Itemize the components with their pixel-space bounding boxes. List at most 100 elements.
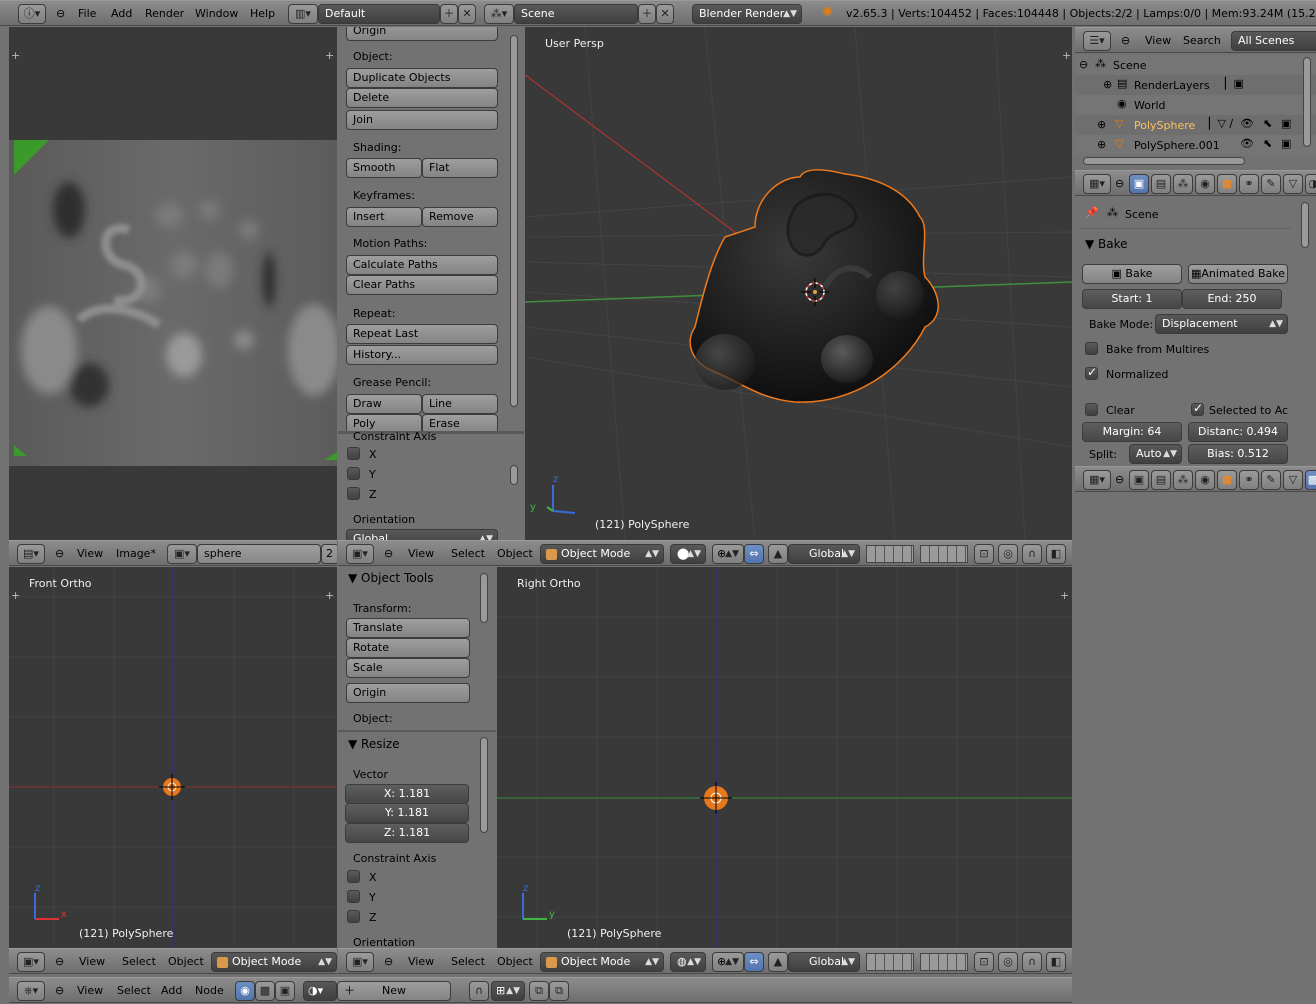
new-material-button[interactable]: ＋ New xyxy=(337,981,451,1001)
outliner-item-world[interactable]: World xyxy=(1134,99,1166,112)
resize-panel-header[interactable]: ▼ Resize xyxy=(348,737,400,751)
constraint-z-checkbox[interactable] xyxy=(347,910,360,923)
expand-toggle-icon[interactable]: ⊕ xyxy=(1103,78,1112,91)
screen-layout-select[interactable]: Default xyxy=(318,4,440,24)
pivot-point-select[interactable]: ⊕ ▲▼ xyxy=(712,544,744,564)
resize-z-field[interactable]: Z: 1.181 xyxy=(345,823,469,843)
manipulator-toggle[interactable]: ⇔ xyxy=(744,544,764,564)
menu-view[interactable]: View xyxy=(79,955,105,968)
menu-view[interactable]: View xyxy=(77,984,103,997)
menu-node[interactable]: Node xyxy=(195,984,224,997)
origin-button[interactable]: Origin xyxy=(346,683,470,703)
delete-button[interactable]: Delete xyxy=(346,88,498,108)
compositing-nodes-tab[interactable]: ▩ xyxy=(255,981,275,1001)
collapse-menu-icon[interactable]: ⊖ xyxy=(1115,177,1124,190)
render-preview-button[interactable]: ◧ xyxy=(1046,544,1066,564)
manipulator-toggle[interactable]: ⇔ xyxy=(744,952,764,972)
area-split-corner-icon[interactable]: + xyxy=(1062,50,1071,61)
constraint-x-checkbox[interactable] xyxy=(347,447,360,460)
collapse-menu-icon[interactable]: ⊖ xyxy=(384,547,393,560)
camera-icon[interactable]: ▣ xyxy=(1281,117,1291,130)
duplicate-objects-button[interactable]: Duplicate Objects xyxy=(346,68,498,88)
viewport-shading-select[interactable]: ⬤ ▲▼ xyxy=(670,544,706,564)
margin-field[interactable]: Margin: 64 xyxy=(1082,422,1182,442)
constraint-y-checkbox[interactable] xyxy=(347,890,360,903)
add-screen-button[interactable]: ＋ xyxy=(440,4,458,24)
outliner-vscrollbar[interactable] xyxy=(1303,57,1311,147)
menu-object[interactable]: Object xyxy=(497,955,533,968)
tab-material[interactable]: ◑ xyxy=(1305,174,1316,194)
collapse-menu-icon[interactable]: ⊖ xyxy=(56,7,65,20)
grease-line-button[interactable]: Line xyxy=(422,394,498,414)
expand-toggle-icon[interactable]: ⊕ xyxy=(1097,138,1106,151)
outliner-item-renderlayers[interactable]: RenderLayers xyxy=(1134,79,1210,92)
bake-panel-header[interactable]: ▼ Bake xyxy=(1085,237,1128,251)
translate-manipulator[interactable]: ▲ xyxy=(768,952,788,972)
screen-layout-type-button[interactable]: ▥▾ xyxy=(288,4,318,24)
constraint-z-checkbox[interactable] xyxy=(347,487,360,500)
editor-type-3dview-button[interactable]: ▣▾ xyxy=(346,952,374,972)
tab-scene[interactable]: ⁂ xyxy=(1173,470,1193,490)
tab-object[interactable]: ■ xyxy=(1217,174,1237,194)
clear-paths-button[interactable]: Clear Paths xyxy=(346,275,498,295)
menu-object[interactable]: Object xyxy=(497,547,533,560)
menu-object[interactable]: Object xyxy=(168,955,204,968)
add-scene-button[interactable]: ＋ xyxy=(638,4,656,24)
tab-render-layers[interactable]: ▤ xyxy=(1151,174,1171,194)
copy-nodes-button[interactable]: ⧉ xyxy=(529,981,549,1001)
render-engine-select[interactable]: Blender Render ▲▼ xyxy=(692,4,802,24)
origin-button[interactable]: Origin xyxy=(346,27,498,41)
snap-button[interactable]: ∩ xyxy=(469,981,489,1001)
constraint-x-checkbox[interactable] xyxy=(347,870,360,883)
area-split-corner-icon[interactable]: + xyxy=(1060,590,1069,601)
outliner-display-select[interactable]: All Scenes xyxy=(1231,31,1316,51)
tab-render[interactable]: ▣ xyxy=(1129,470,1149,490)
tab-world[interactable]: ◉ xyxy=(1195,174,1215,194)
menu-view[interactable]: View xyxy=(408,955,434,968)
cursor-icon[interactable]: ⬉ xyxy=(1263,117,1272,130)
transform-orientation-select[interactable]: Global ▲▼ xyxy=(788,544,860,564)
editor-type-3dview-button[interactable]: ▣▾ xyxy=(346,544,374,564)
smooth-button[interactable]: Smooth xyxy=(346,158,422,178)
eye-icon[interactable]: 👁 xyxy=(1240,137,1254,150)
editor-type-node-button[interactable]: ⎈▾ xyxy=(17,981,45,1001)
properties-scrollbar[interactable] xyxy=(1301,202,1309,248)
collapse-menu-icon[interactable]: ⊖ xyxy=(384,955,393,968)
editor-type-properties-button[interactable]: ▦▾ xyxy=(1083,174,1111,194)
menu-view[interactable]: View xyxy=(408,547,434,560)
collapse-menu-icon[interactable]: ⊖ xyxy=(55,547,64,560)
insert-keyframe-button[interactable]: Insert xyxy=(346,207,422,227)
snap-button[interactable]: ∩ xyxy=(1022,952,1042,972)
image-name-field[interactable]: sphere xyxy=(197,544,321,564)
editor-type-outliner-button[interactable]: ☰▾ xyxy=(1083,31,1111,51)
renderlayer-visibility-icon[interactable]: ▏▣ xyxy=(1225,77,1244,90)
pivot-point-select[interactable]: ⊕ ▲▼ xyxy=(712,952,744,972)
layer-buttons-2[interactable] xyxy=(920,953,968,971)
calculate-paths-button[interactable]: Calculate Paths xyxy=(346,255,498,275)
menu-select[interactable]: Select xyxy=(117,984,151,997)
layer-buttons-2[interactable] xyxy=(920,545,968,563)
snap-element-select[interactable]: ⊞ ▲▼ xyxy=(491,981,525,1001)
menu-view[interactable]: View xyxy=(77,547,103,560)
distance-field[interactable]: Distanc: 0.494 xyxy=(1188,422,1288,442)
menu-search[interactable]: Search xyxy=(1183,34,1221,47)
area-split-corner-icon[interactable]: + xyxy=(325,50,334,61)
tab-object[interactable]: ■ xyxy=(1217,470,1237,490)
lock-layers-button[interactable]: ⊡ xyxy=(974,952,994,972)
resize-y-field[interactable]: Y: 1.181 xyxy=(345,803,469,823)
rotate-button[interactable]: Rotate xyxy=(346,638,470,658)
viewport-right-ortho[interactable]: Right Ortho z y (121) PolySphere + xyxy=(497,567,1072,948)
menu-select[interactable]: Select xyxy=(451,547,485,560)
texture-nodes-tab[interactable]: ▣ xyxy=(275,981,295,1001)
viewport-shading-select[interactable]: ◍ ▲▼ xyxy=(670,952,706,972)
snap-button[interactable]: ∩ xyxy=(1022,544,1042,564)
paste-nodes-button[interactable]: ⧉ xyxy=(549,981,569,1001)
translate-button[interactable]: Translate xyxy=(346,618,470,638)
menu-view[interactable]: View xyxy=(1145,34,1171,47)
menu-render[interactable]: Render xyxy=(145,7,184,20)
tab-texture[interactable]: ▩ xyxy=(1305,470,1316,490)
flat-button[interactable]: Flat xyxy=(422,158,498,178)
toolshelf-scrollbar[interactable] xyxy=(480,573,488,623)
selected-to-active-checkbox[interactable] xyxy=(1191,401,1204,416)
bake-mode-select[interactable]: Displacement ▲▼ xyxy=(1155,314,1288,334)
